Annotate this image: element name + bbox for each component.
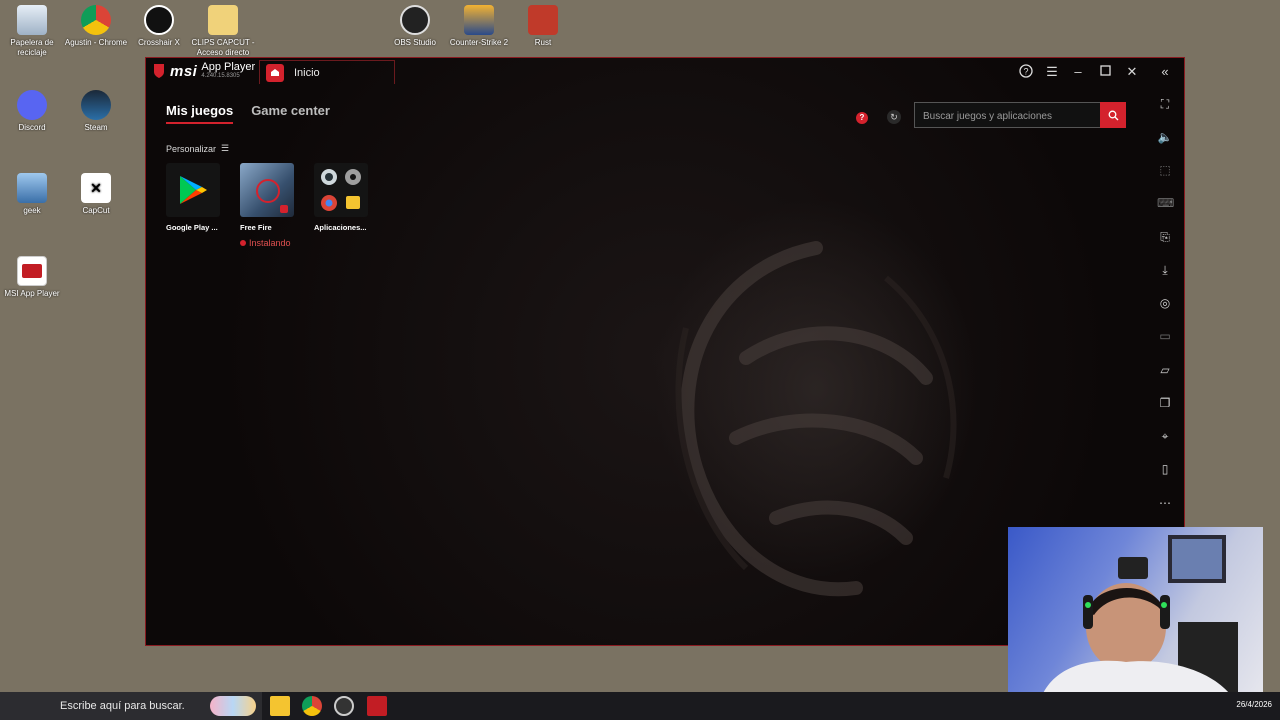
install-status-label: Instalando [249,238,291,248]
msi-dragon-icon [154,64,164,78]
menu-icon[interactable]: ☰ [1044,64,1060,80]
search-box [914,102,1126,129]
chrome-icon [81,5,111,35]
dragon-emblem-icon [675,241,957,597]
system-tray: 26/4/2026 [1236,700,1272,709]
install-apk-icon[interactable]: ⎘ [1157,229,1173,245]
sliders-icon: ☰ [221,143,230,153]
folder-icon[interactable]: ▱ [1157,362,1173,378]
desktop-icon-obs[interactable]: OBS Studio [383,5,447,48]
clock-date: 26/4/2026 [1236,700,1272,709]
app-name: Free Fire [240,223,272,232]
help-icon[interactable]: ? [1018,64,1034,80]
desktop-icon-steam[interactable]: Steam [64,90,128,133]
desktop-icon-discord[interactable]: Discord [0,90,64,133]
desktop-icon-geek[interactable]: geek [0,173,64,216]
brand-name: msi [170,62,198,80]
geek-icon [17,173,47,203]
desktop-icon-cs2[interactable]: Counter-Strike 2 [447,5,511,48]
tab-inicio[interactable]: Inicio [259,60,395,84]
desktop-icon-capcut[interactable]: ✕ CapCut [64,173,128,216]
apps-grid: Google Play ... Free Fire Instalando Apl… [166,163,368,248]
location-icon[interactable]: ⌖ [1157,428,1173,444]
search-input[interactable] [915,103,1105,129]
multi-instance-icon[interactable]: ❐ [1157,395,1173,411]
maximize-icon[interactable] [1097,64,1113,80]
app-tile-google-play[interactable]: Google Play ... [166,163,220,248]
install-status: Instalando [240,238,294,248]
download-icon[interactable]: ⤓ [1157,262,1173,278]
screenshot-icon[interactable]: ◎ [1157,295,1173,311]
keyboard-icon[interactable]: ⌨ [1157,195,1174,211]
desktop-icon-chrome[interactable]: Agustin - Chrome [64,5,128,48]
volume-icon[interactable]: 🔈 [1157,129,1173,145]
desktop-icon-msi-app-player[interactable]: MSI App Player [0,256,64,299]
help-question-icon[interactable]: ? [856,112,868,124]
tab-mis-juegos[interactable]: Mis juegos [166,103,234,124]
widget-icon[interactable] [210,696,256,716]
fullscreen-icon[interactable]: ⛶ [1157,96,1173,112]
app-name: Google Play ... [166,223,218,232]
folder-shortcut-icon [208,5,238,35]
crosshair-icon [144,5,174,35]
apps-folder-icon [314,163,368,217]
title-bar: msi App Player 4.240.15.8305 Inicio ? ☰ … [146,58,1184,86]
google-play-icon [166,163,220,217]
taskbar: Escribe aquí para buscar. 26/4/2026 [0,692,1280,720]
app-name: Aplicaciones... [314,223,367,232]
app-name: App Player [201,61,256,73]
msi-logo: msi App Player 4.240.15.8305 [152,62,255,80]
search-icon [1108,110,1118,120]
cs2-icon [464,5,494,35]
app-tile-free-fire[interactable]: Free Fire Instalando [240,163,294,248]
app-version: 4.240.15.8305 [201,73,240,79]
right-toolbar: ⛶ 🔈 ⬚ ⌨ ⎘ ⤓ ◎ ▭ ▱ ❐ ⌖ ▯ ⋯ [1146,86,1184,536]
more-icon[interactable]: ⋯ [1157,495,1173,511]
search-button[interactable] [1100,102,1126,128]
obs-icon [400,5,430,35]
home-icon [266,63,284,82]
webcam-person-image [1038,535,1238,707]
recycle-bin-icon [17,5,47,35]
discord-icon [17,90,47,120]
tab-inicio-label: Inicio [294,66,320,79]
obs-taskbar-icon[interactable] [334,696,354,716]
desktop-icon-rust[interactable]: Rust [511,5,575,48]
webcam-overlay [1008,527,1263,707]
desktop-icon-recycle-bin[interactable]: Papelera de reciclaje [0,5,64,58]
status-dot-icon [240,240,246,246]
rust-icon [528,5,558,35]
pointer-icon[interactable]: ⬚ [1157,162,1173,178]
taskbar-search-placeholder: Escribe aquí para buscar. [60,700,185,712]
record-icon[interactable]: ▭ [1157,328,1173,344]
personalizar-label: Personalizar [166,143,217,154]
desktop-icon-crosshair-x[interactable]: Crosshair X [127,5,191,48]
desktop-icon-clips-capcut[interactable]: CLIPS CAPCUT - Acceso directo [191,5,255,58]
collapse-sidebar-icon[interactable]: « [1157,64,1173,80]
msi-taskbar-icon[interactable] [367,696,387,716]
msi-app-player-icon [17,256,47,286]
personalizar-button[interactable]: Personalizar ☰ [166,143,229,154]
tab-game-center[interactable]: Game center [251,103,330,124]
steam-icon [81,90,111,120]
minimize-icon[interactable]: – [1070,64,1086,80]
app-tile-aplicaciones[interactable]: Aplicaciones... [314,163,368,248]
capcut-icon: ✕ [81,173,111,203]
close-icon[interactable]: ✕ [1124,64,1140,80]
refresh-icon[interactable]: ↻ [887,110,901,124]
free-fire-icon [240,163,294,217]
file-explorer-icon[interactable] [270,696,290,716]
shake-icon[interactable]: ▯ [1157,461,1173,477]
chrome-taskbar-icon[interactable] [302,696,322,716]
svg-text:?: ? [1023,67,1028,77]
main-tabs: Mis juegos Game center [166,103,330,124]
